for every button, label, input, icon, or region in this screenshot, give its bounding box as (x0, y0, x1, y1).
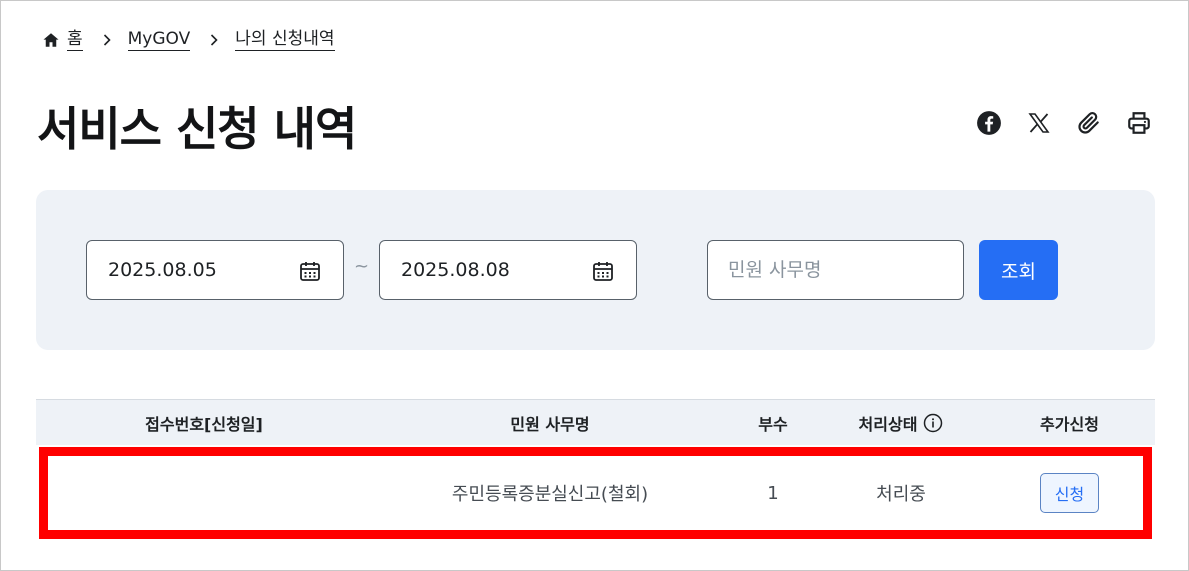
cell-receipt-no (36, 445, 372, 541)
apply-button[interactable]: 신청 (1040, 473, 1099, 513)
print-icon[interactable] (1125, 109, 1153, 137)
cell-copies: 1 (767, 482, 779, 504)
column-copies: 부수 (758, 415, 788, 434)
calendar-icon[interactable] (591, 259, 615, 283)
cell-service-name: 주민등록증분실신고(철회) (451, 484, 649, 505)
column-additional-request: 추가신청 (1040, 415, 1099, 434)
page-frame: 홈 MyGOV 나의 신청내역 서비스 신청 내역 2025.08.05 ~ 2… (0, 0, 1189, 571)
x-icon[interactable] (1025, 109, 1053, 137)
share-tools (975, 109, 1153, 137)
search-button[interactable]: 조회 (979, 240, 1058, 300)
column-status-label: 처리상태 (858, 415, 918, 434)
chevron-right-icon (100, 33, 114, 47)
service-name-search-input[interactable] (707, 240, 964, 300)
end-date-value: 2025.08.08 (401, 259, 510, 281)
start-date-value: 2025.08.05 (108, 259, 217, 281)
date-range-separator: ~ (354, 256, 370, 277)
column-service-name: 민원 사무명 (510, 415, 590, 434)
search-panel: 2025.08.05 ~ 2025.08.08 조회 (36, 190, 1155, 350)
start-date-field[interactable]: 2025.08.05 (86, 240, 344, 300)
home-icon[interactable] (42, 31, 60, 49)
calendar-icon[interactable] (298, 259, 322, 283)
page-title: 서비스 신청 내역 (37, 102, 357, 156)
column-receipt-no: 접수번호[신청일] (145, 415, 263, 434)
info-icon[interactable] (923, 413, 943, 433)
link-icon[interactable] (1075, 109, 1103, 137)
breadcrumb-mygov[interactable]: MyGOV (127, 29, 191, 51)
column-status: 처리상태 (818, 400, 984, 446)
table-header: 접수번호[신청일] 민원 사무명 부수 처리상태 추가신청 (36, 399, 1155, 445)
breadcrumb-my-applications[interactable]: 나의 신청내역 (235, 29, 335, 51)
end-date-field[interactable]: 2025.08.08 (379, 240, 637, 300)
breadcrumb-home[interactable]: 홈 (67, 29, 83, 51)
cell-status: 처리중 (876, 484, 926, 505)
chevron-right-icon (207, 33, 221, 47)
table-row: 주민등록증분실신고(철회) 1 처리중 신청 (36, 445, 1155, 541)
breadcrumb: 홈 MyGOV 나의 신청내역 (42, 27, 335, 53)
cell-additional-request: 신청 (984, 445, 1155, 541)
facebook-icon[interactable] (975, 109, 1003, 137)
